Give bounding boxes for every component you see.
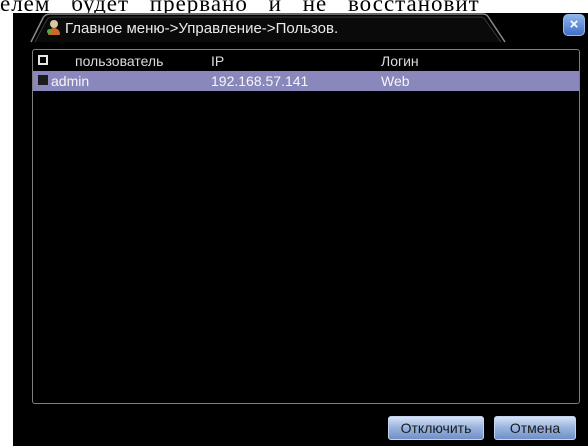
select-all-checkbox[interactable] [38, 55, 48, 65]
dialog-titlebar: Главное меню->Управление->Пользов. × [13, 13, 588, 43]
online-users-dialog: Главное меню->Управление->Пользов. × пол… [13, 13, 588, 446]
cell-login: Web [381, 73, 410, 89]
disconnect-button[interactable]: Отключить [388, 416, 484, 440]
user-list-panel: пользователь IP Логин admin 192.168.57.1… [32, 49, 580, 404]
column-header-ip: IP [211, 53, 225, 69]
column-header-user: пользователь [75, 53, 164, 69]
cell-ip: 192.168.57.141 [211, 73, 309, 89]
cancel-button[interactable]: Отмена [494, 416, 576, 440]
row-checkbox[interactable] [38, 75, 48, 85]
title-content: Главное меню->Управление->Пользов. [47, 19, 338, 37]
cell-user: admin [51, 73, 90, 89]
close-icon: × [569, 16, 579, 33]
dialog-title: Главное меню->Управление->Пользов. [65, 19, 339, 37]
table-header: пользователь IP Логин [33, 51, 579, 71]
close-button[interactable]: × [563, 14, 585, 36]
table-row[interactable]: admin 192.168.57.141 Web [33, 71, 579, 91]
title-tab: Главное меню->Управление->Пользов. [13, 13, 518, 43]
column-header-login: Логин [381, 53, 419, 69]
user-icon [47, 20, 61, 36]
